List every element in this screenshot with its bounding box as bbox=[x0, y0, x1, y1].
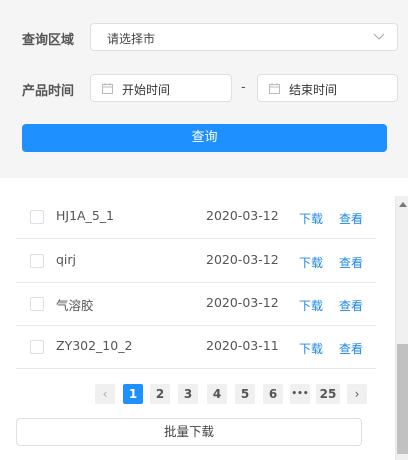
query-button[interactable]: 查询 bbox=[22, 124, 387, 152]
view-link[interactable]: 查看 bbox=[339, 340, 363, 357]
product-name: ZY302_10_2 bbox=[56, 338, 133, 353]
page-button-current[interactable]: 1 bbox=[123, 384, 143, 404]
row-checkbox[interactable] bbox=[30, 340, 44, 354]
end-date-placeholder: 结束时间 bbox=[289, 83, 338, 97]
page-button[interactable]: 6 bbox=[263, 384, 283, 404]
scroll-up-arrow-icon[interactable] bbox=[399, 202, 407, 207]
scrollbar-thumb[interactable] bbox=[397, 344, 408, 454]
page-button[interactable]: 5 bbox=[235, 384, 255, 404]
calendar-icon bbox=[269, 83, 280, 94]
date-separator: - bbox=[241, 80, 246, 95]
batch-download-button[interactable]: 批量下载 bbox=[16, 418, 362, 446]
table-row: ZY302_10_2 2020-03-11 下载 查看 bbox=[16, 326, 376, 369]
row-checkbox[interactable] bbox=[30, 297, 44, 311]
product-date: 2020-03-12 bbox=[206, 252, 279, 267]
view-link[interactable]: 查看 bbox=[339, 210, 363, 227]
end-date-input[interactable]: 结束时间 bbox=[257, 74, 398, 102]
page-button[interactable]: 2 bbox=[150, 384, 170, 404]
next-page-button[interactable]: › bbox=[347, 384, 367, 404]
row-checkbox[interactable] bbox=[30, 210, 44, 224]
page-button[interactable]: 4 bbox=[207, 384, 227, 404]
results-list: HJ1A_5_1 2020-03-12 下载 查看 qirj 2020-03-1… bbox=[0, 196, 408, 460]
product-date: 2020-03-12 bbox=[206, 295, 279, 310]
product-name: HJ1A_5_1 bbox=[56, 208, 114, 223]
region-label: 查询区域 bbox=[22, 33, 75, 48]
product-name: 气溶胶 bbox=[56, 298, 94, 313]
start-date-input[interactable]: 开始时间 bbox=[90, 74, 232, 102]
page-button[interactable]: 3 bbox=[178, 384, 198, 404]
pagination: ‹ 1 2 3 4 5 6 ••• 25 › bbox=[0, 384, 380, 404]
table-row: 气溶胶 2020-03-12 下载 查看 bbox=[16, 283, 376, 326]
view-link[interactable]: 查看 bbox=[339, 297, 363, 314]
download-link[interactable]: 下载 bbox=[299, 210, 323, 227]
table-row: HJ1A_5_1 2020-03-12 下载 查看 bbox=[16, 196, 376, 239]
time-label: 产品时间 bbox=[22, 84, 75, 99]
search-panel: 查询区域 请选择市 产品时间 开始时间 - 结束时间 查询 bbox=[0, 0, 408, 178]
download-link[interactable]: 下载 bbox=[299, 340, 323, 357]
download-link[interactable]: 下载 bbox=[299, 297, 323, 314]
view-link[interactable]: 查看 bbox=[339, 254, 363, 271]
table-row: qirj 2020-03-12 下载 查看 bbox=[16, 240, 376, 283]
calendar-icon bbox=[102, 83, 113, 94]
region-select-value: 请选择市 bbox=[107, 32, 156, 46]
product-date: 2020-03-11 bbox=[206, 338, 279, 353]
start-date-placeholder: 开始时间 bbox=[122, 83, 171, 97]
scrollbar[interactable] bbox=[395, 196, 408, 460]
region-select[interactable]: 请选择市 bbox=[90, 23, 398, 51]
row-checkbox[interactable] bbox=[30, 254, 44, 268]
page-ellipsis[interactable]: ••• bbox=[290, 384, 310, 404]
product-name: qirj bbox=[56, 252, 77, 267]
chevron-down-icon bbox=[373, 33, 385, 40]
prev-page-button[interactable]: ‹ bbox=[95, 384, 115, 404]
product-date: 2020-03-12 bbox=[206, 208, 279, 223]
download-link[interactable]: 下载 bbox=[299, 254, 323, 271]
page-button-last[interactable]: 25 bbox=[316, 384, 340, 404]
